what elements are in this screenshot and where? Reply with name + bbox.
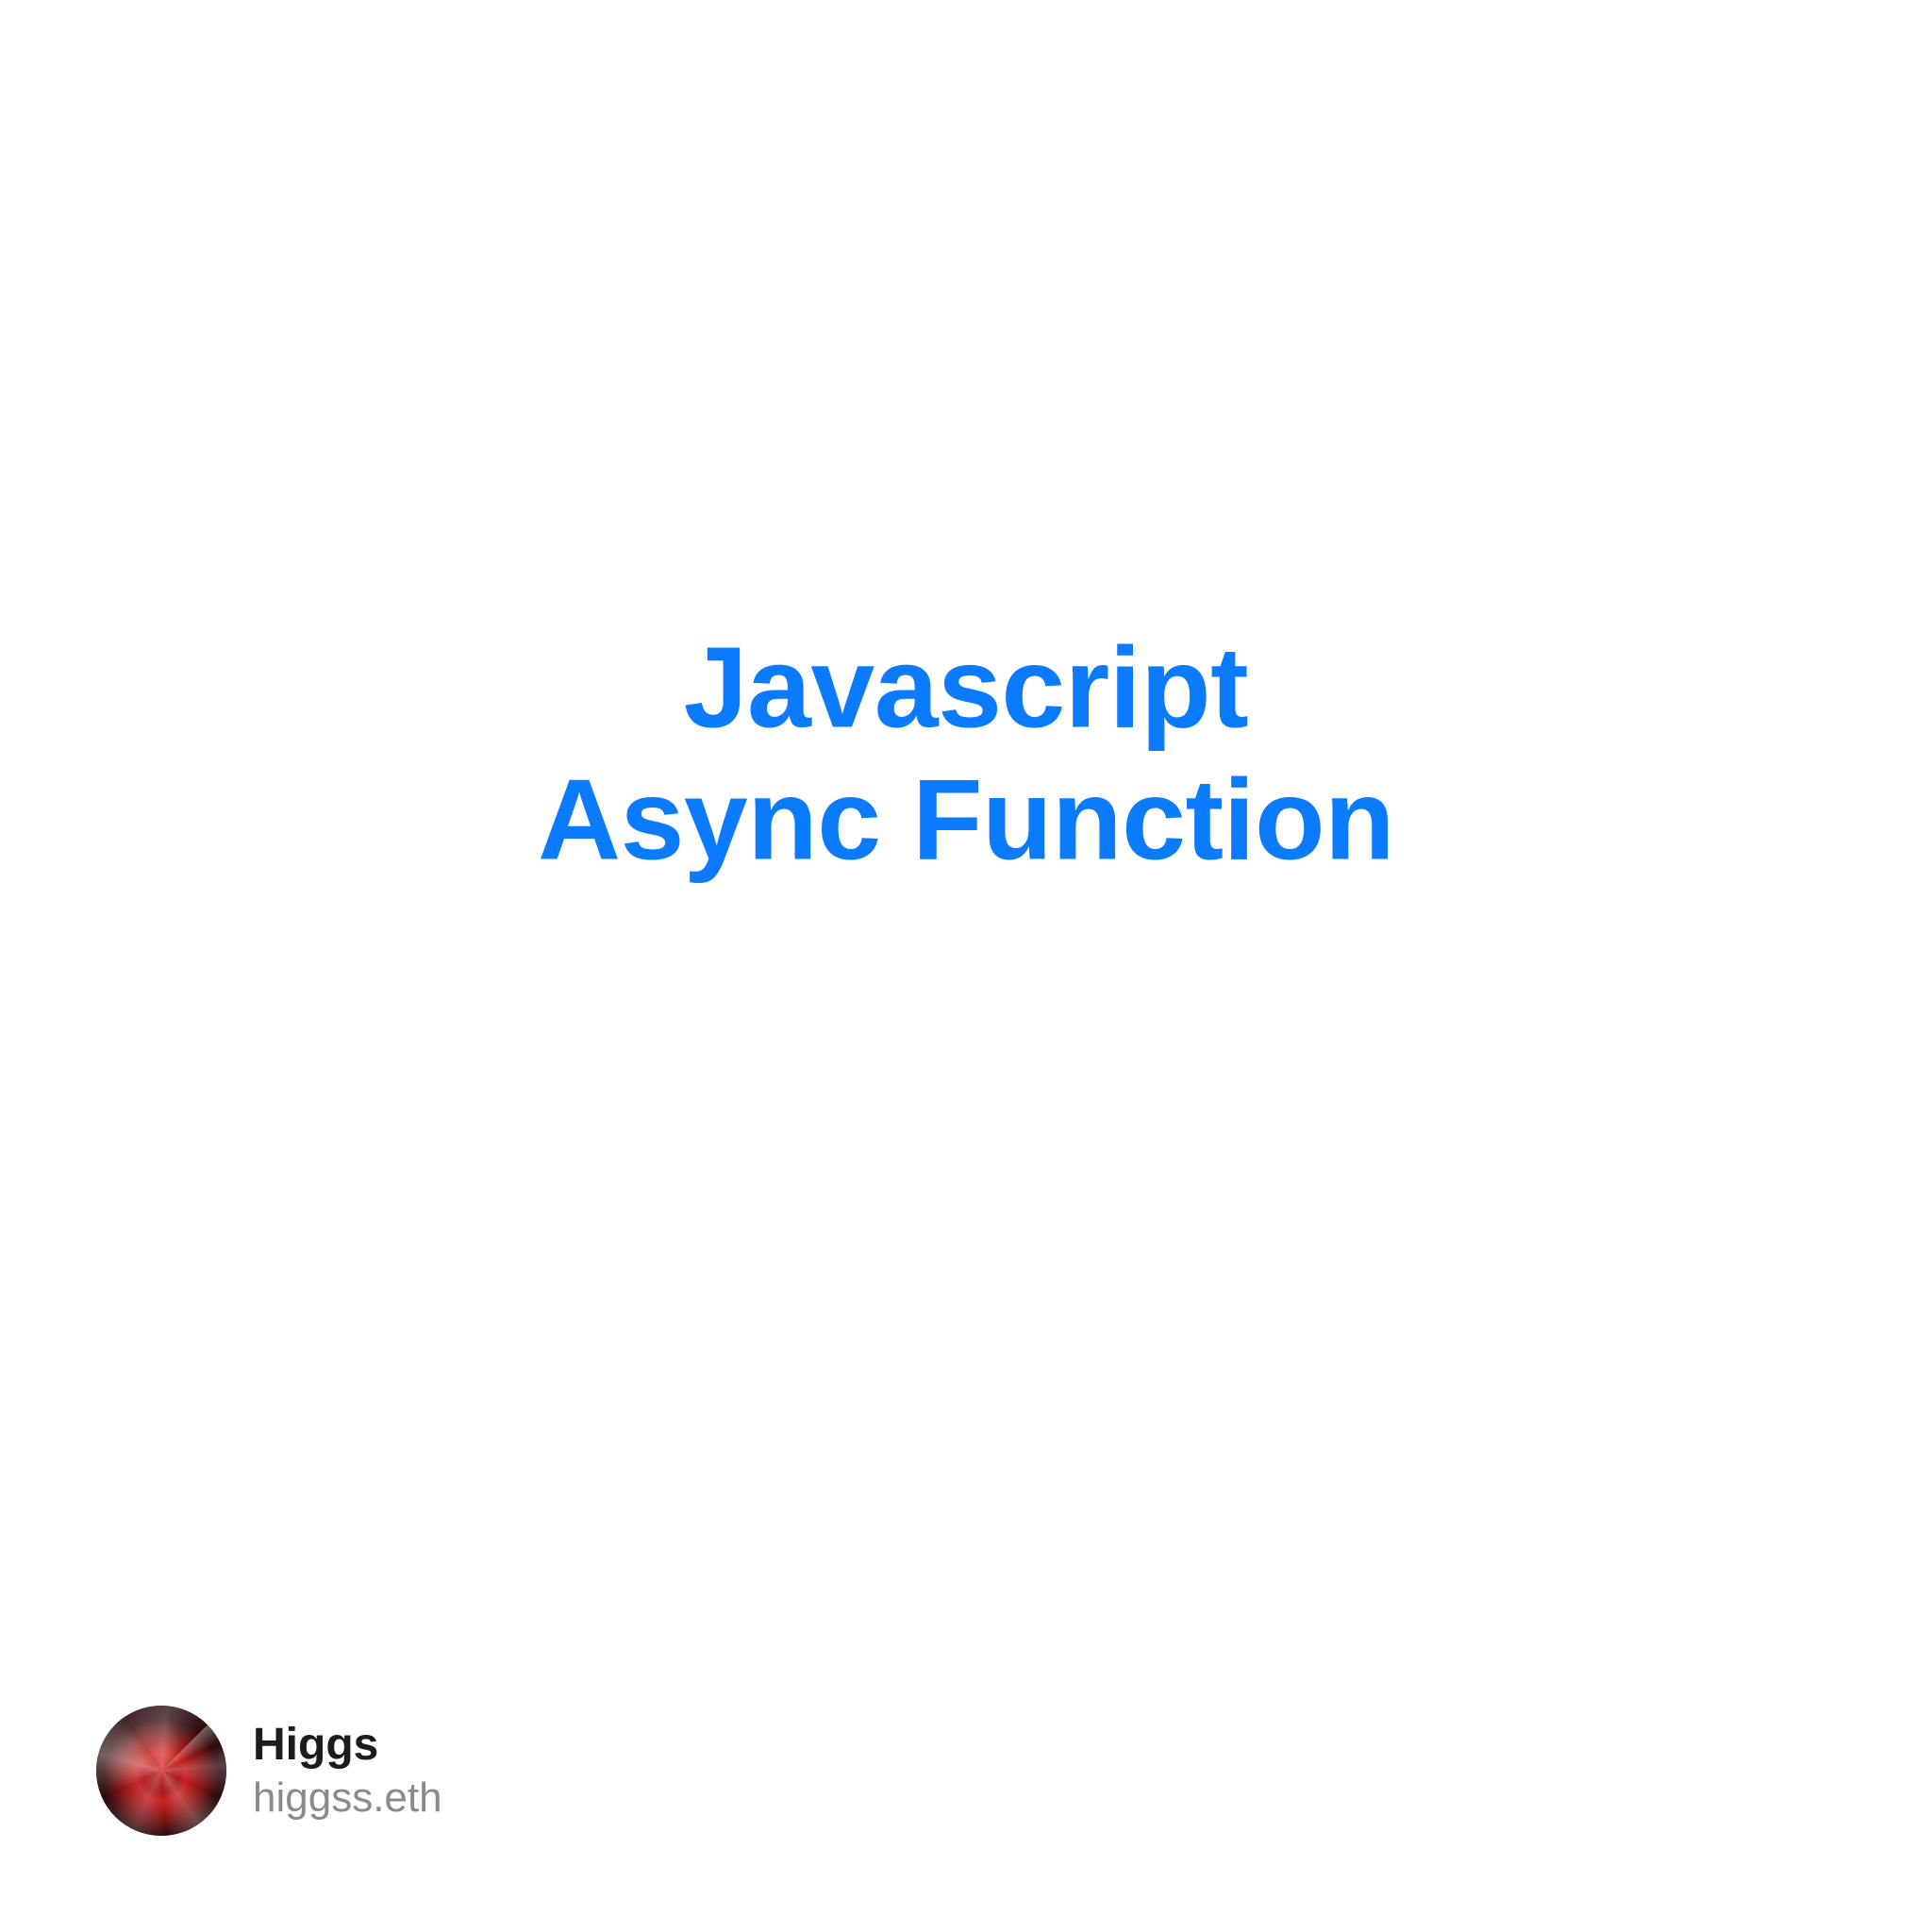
author-handle: higgss.eth: [253, 1774, 442, 1824]
title-line-1: Javascript: [538, 621, 1394, 753]
title-line-2: Async Function: [538, 754, 1394, 886]
avatar: [96, 1706, 226, 1836]
author-text: Higgs higgss.eth: [253, 1718, 442, 1824]
author-section: Higgs higgss.eth: [96, 1706, 442, 1836]
author-name: Higgs: [253, 1718, 442, 1773]
slide-title: Javascript Async Function: [538, 621, 1394, 886]
